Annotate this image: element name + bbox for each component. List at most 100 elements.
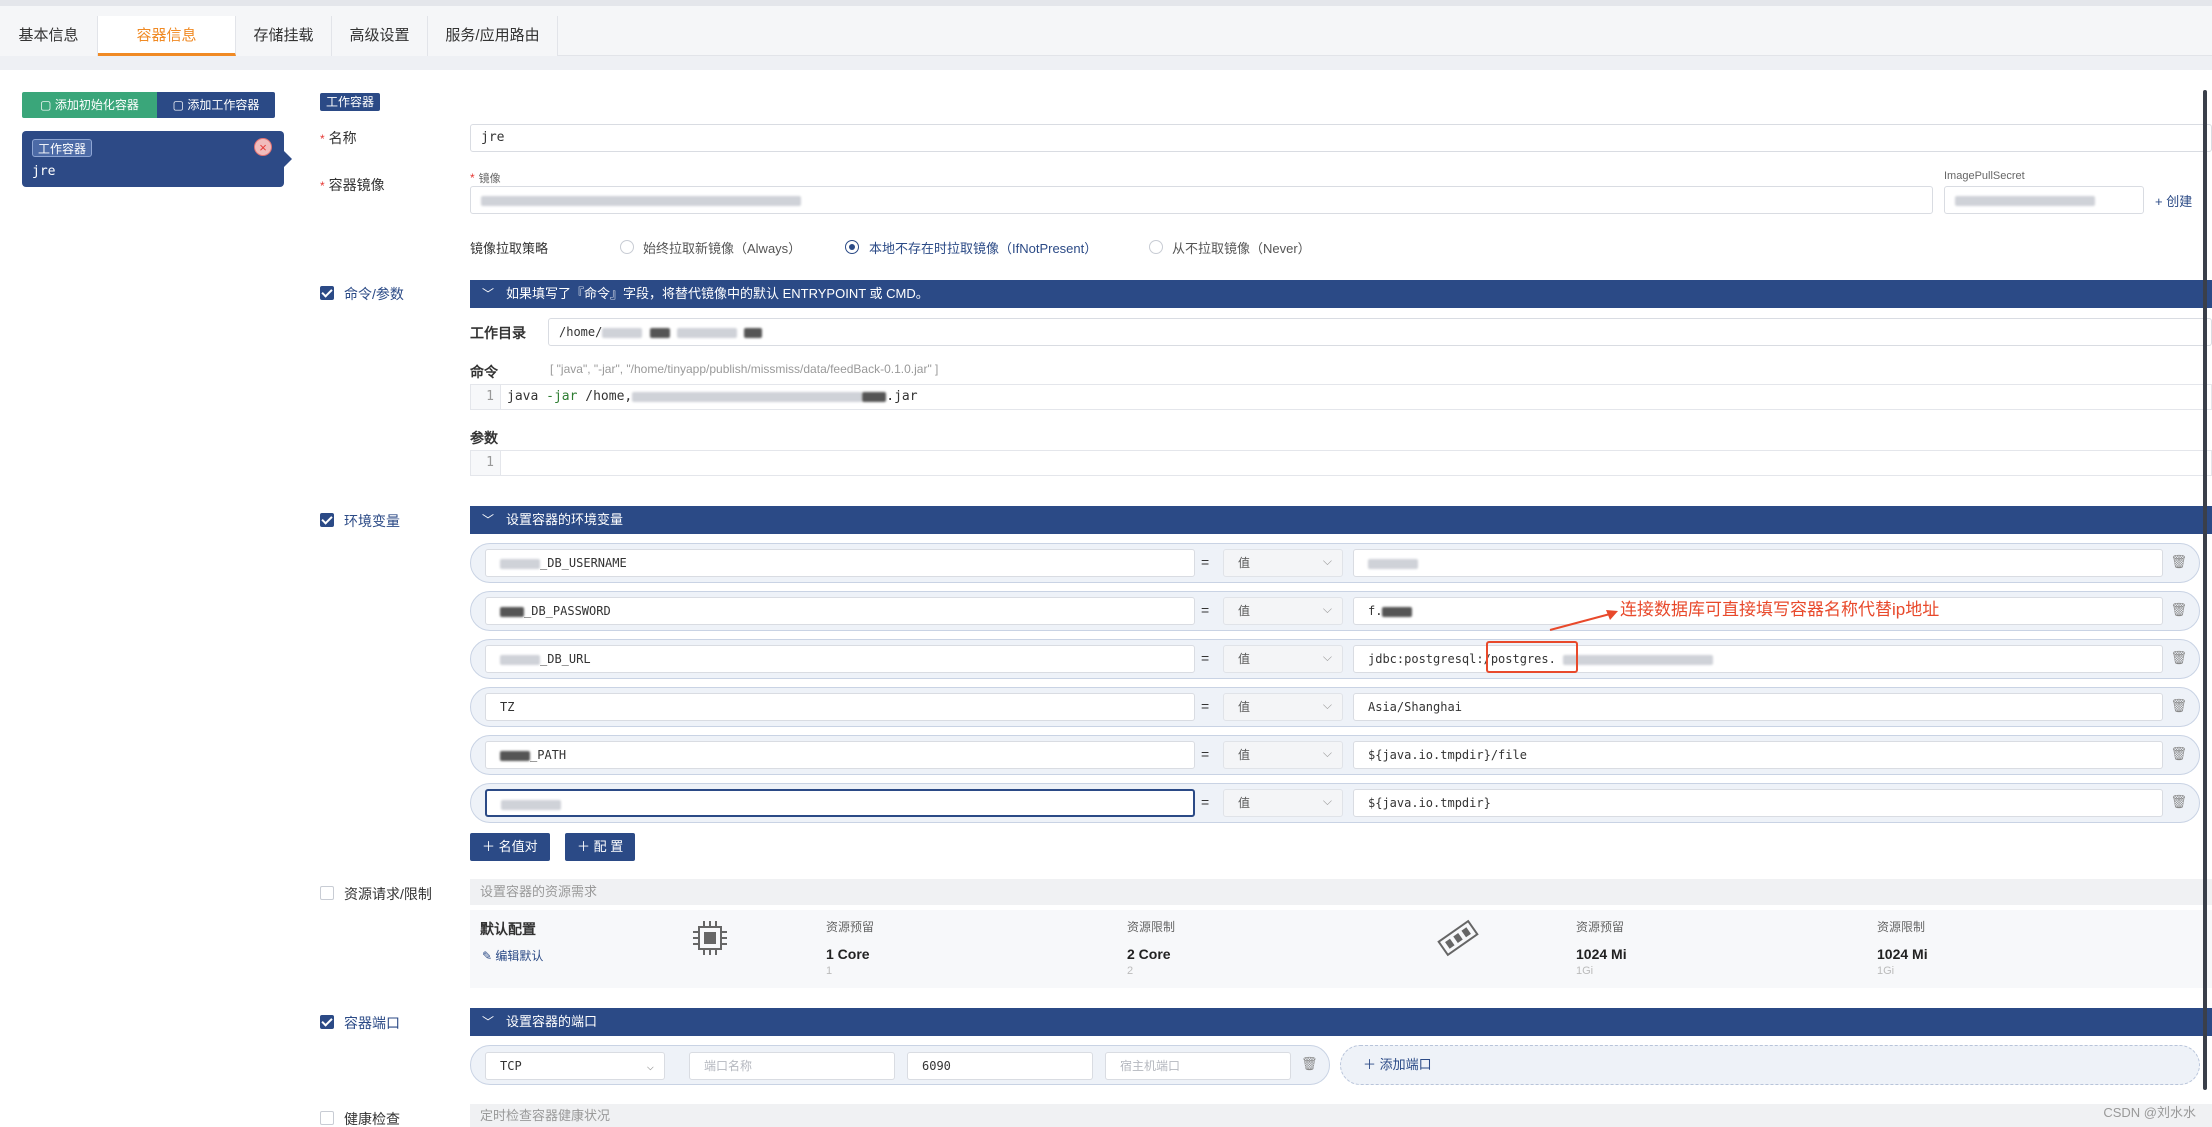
add-init-container-label: 添加初始化容器 xyxy=(54,98,139,112)
env-row: _PATH = 值 ${java.io.tmpdir}/file 🗑 xyxy=(470,735,2200,775)
env-value-input[interactable] xyxy=(1353,549,2163,577)
default-config-label: 默认配置 xyxy=(480,921,536,937)
equals-sign: = xyxy=(1201,746,1210,762)
trash-icon[interactable]: 🗑 xyxy=(2170,746,2187,762)
container-card[interactable]: 工作容器 × jre xyxy=(22,131,292,187)
command-label: 命令 xyxy=(470,364,498,380)
ports-section-label: 容器端口 xyxy=(344,1015,400,1031)
chevron-down-icon: ⌵ xyxy=(646,1059,654,1073)
ports-section-bar[interactable]: ﹀ 设置容器的端口 xyxy=(470,1008,2212,1036)
image-label: * 容器镜像 xyxy=(320,177,385,193)
cpu-reserve-value: 1 Core xyxy=(826,946,870,962)
line-number: 1 xyxy=(471,385,501,409)
mem-reserve-label: 资源预留 xyxy=(1576,920,1625,934)
workdir-label: 工作目录 xyxy=(470,325,526,341)
command-editor[interactable]: 1 java -jar /home, .jar xyxy=(470,384,2212,410)
env-type-select[interactable]: 值 xyxy=(1223,548,1343,577)
env-row: TZ = 值 Asia/Shanghai 🗑 xyxy=(470,687,2200,727)
close-icon[interactable]: × xyxy=(254,138,272,156)
create-secret-link[interactable]: + 创建 xyxy=(2155,191,2192,210)
tab-service-route[interactable]: 服务/应用路由 xyxy=(428,16,558,56)
watermark: CSDN @刘水水 xyxy=(2103,1105,2196,1120)
chevron-down-icon: ﹀ xyxy=(482,287,495,301)
host-port-input[interactable]: 宿主机端口 xyxy=(1105,1052,1291,1080)
name-input[interactable]: jre xyxy=(470,124,2212,152)
mem-limit-sub: 1Gi xyxy=(1877,965,1895,977)
env-value-input[interactable]: Asia/Shanghai xyxy=(1353,693,2163,721)
env-value-input[interactable]: jdbc:postgresql:/postgres. xyxy=(1353,645,2163,673)
command-section-bar[interactable]: ﹀ 如果填写了『命令』字段，将替代镜像中的默认 ENTRYPOINT 或 CMD… xyxy=(470,280,2212,308)
command-checkbox[interactable] xyxy=(320,286,334,300)
command-section-label: 命令/参数 xyxy=(344,286,404,302)
add-init-container-button[interactable]: ▢ 添加初始化容器 xyxy=(22,92,157,118)
resources-box xyxy=(470,910,2212,988)
env-key-input[interactable]: _DB_URL xyxy=(485,645,1195,673)
env-key-input[interactable]: TZ xyxy=(485,693,1195,721)
tab-advanced[interactable]: 高级设置 xyxy=(332,16,428,56)
chevron-down-icon: ﹀ xyxy=(482,1015,495,1029)
health-section-label: 健康检查 xyxy=(344,1111,400,1127)
equals-sign: = xyxy=(1201,602,1210,618)
env-section-bar[interactable]: ﹀ 设置容器的环境变量 xyxy=(470,506,2212,534)
add-config-button[interactable]: ＋ 配 置 xyxy=(565,833,636,861)
env-bar-text: 设置容器的环境变量 xyxy=(506,512,624,527)
mem-limit-value: 1024 Mi xyxy=(1877,946,1928,962)
container-port-input[interactable]: 6090 xyxy=(907,1052,1093,1080)
resources-checkbox[interactable] xyxy=(320,886,334,900)
port-name-input[interactable]: 端口名称 xyxy=(689,1052,895,1080)
pull-secret-select[interactable] xyxy=(1944,186,2144,214)
radio-ifnotpresent[interactable] xyxy=(845,240,859,254)
edit-default-link[interactable]: ✎ 编辑默认 xyxy=(482,947,543,964)
image-input[interactable] xyxy=(470,186,1933,214)
tab-container-info[interactable]: 容器信息 xyxy=(98,16,236,56)
add-work-container-label: 添加工作容器 xyxy=(187,98,260,112)
protocol-select[interactable]: TCP ⌵ xyxy=(485,1052,665,1080)
env-checkbox[interactable] xyxy=(320,513,334,527)
workdir-input[interactable]: /home/ xyxy=(548,318,2212,346)
trash-icon[interactable]: 🗑 xyxy=(2170,650,2187,666)
radio-ifnotpresent-label: 本地不存在时拉取镜像（IfNotPresent） xyxy=(869,241,1098,256)
add-port-button[interactable]: ＋ 添加端口 xyxy=(1340,1045,2200,1085)
trash-icon[interactable]: 🗑 xyxy=(2170,602,2187,618)
work-container-tag: 工作容器 xyxy=(320,93,381,111)
cpu-reserve-label: 资源预留 xyxy=(826,920,875,934)
blurred-path xyxy=(676,327,737,338)
command-hint: [ "java", "-jar", "/home/tinyapp/publish… xyxy=(550,362,939,376)
ports-checkbox[interactable] xyxy=(320,1015,334,1029)
env-type-select[interactable]: 值 xyxy=(1223,596,1343,625)
trash-icon[interactable]: 🗑 xyxy=(2170,794,2187,810)
equals-sign: = xyxy=(1201,554,1210,570)
cpu-icon xyxy=(693,921,727,955)
tab-basic-info[interactable]: 基本信息 xyxy=(0,16,98,56)
env-type-select[interactable]: 值 xyxy=(1223,692,1343,721)
annotation-arrow xyxy=(1549,610,1618,631)
vertical-scrollbar[interactable] xyxy=(2203,90,2207,1090)
blurred-path xyxy=(649,327,670,338)
radio-never[interactable] xyxy=(1149,240,1163,254)
chevron-down-icon: ﹀ xyxy=(482,513,495,527)
env-type-select[interactable]: 值 xyxy=(1223,740,1343,769)
env-type-select[interactable]: 值 xyxy=(1223,788,1343,817)
radio-never-label: 从不拉取镜像（Never） xyxy=(1172,241,1311,256)
command-code: java -jar /home, .jar xyxy=(507,389,918,404)
trash-icon[interactable]: 🗑 xyxy=(2170,698,2187,714)
add-work-container-button[interactable]: ▢ 添加工作容器 xyxy=(157,92,275,118)
env-value-input[interactable]: ${java.io.tmpdir}/file xyxy=(1353,741,2163,769)
tab-storage[interactable]: 存储挂载 xyxy=(236,16,332,56)
args-label: 参数 xyxy=(470,430,498,446)
trash-icon[interactable]: 🗑 xyxy=(1301,1056,1318,1072)
pull-secret-label: ImagePullSecret xyxy=(1944,170,2025,182)
env-key-input[interactable]: _DB_USERNAME xyxy=(485,549,1195,577)
health-checkbox[interactable] xyxy=(320,1111,334,1125)
env-type-select[interactable]: 值 xyxy=(1223,644,1343,673)
cpu-limit-label: 资源限制 xyxy=(1127,920,1176,934)
name-label: * 名称 xyxy=(320,130,357,146)
args-editor[interactable]: 1 xyxy=(470,450,2212,476)
trash-icon[interactable]: 🗑 xyxy=(2170,554,2187,570)
radio-always[interactable] xyxy=(620,240,634,254)
env-key-input[interactable]: _DB_PASSWORD xyxy=(485,597,1195,625)
env-value-input[interactable]: ${java.io.tmpdir} xyxy=(1353,789,2163,817)
add-name-value-button[interactable]: ＋ 名值对 xyxy=(470,833,550,861)
env-key-input[interactable] xyxy=(485,789,1195,817)
env-key-input[interactable]: _PATH xyxy=(485,741,1195,769)
